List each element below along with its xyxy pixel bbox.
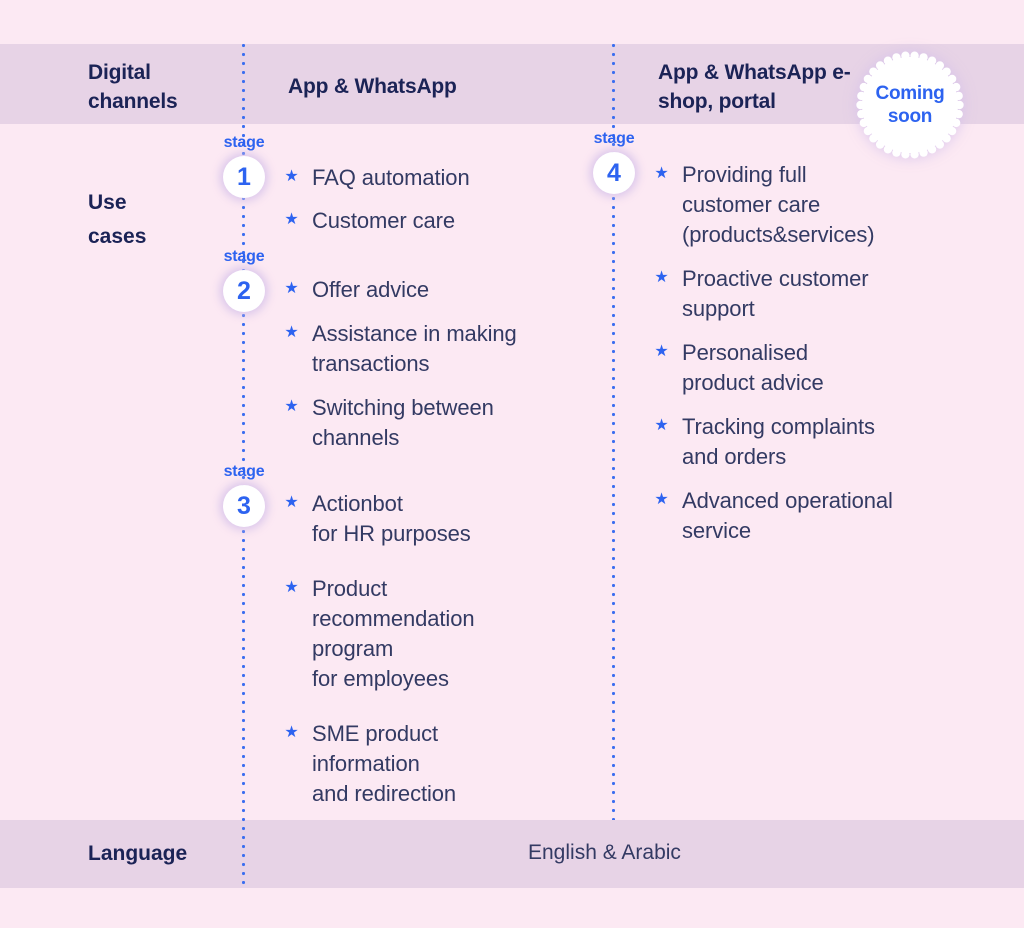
stage-caption-2: stage [223, 248, 265, 265]
stage-number-4: 4 [593, 152, 635, 194]
star-bullet-icon: ★ [284, 579, 299, 596]
use-case-list-stage-2: ★ Offer advice ★ Assistance in making trans… [284, 275, 594, 467]
star-bullet-icon: ★ [654, 417, 669, 434]
stage-caption-3: stage [223, 463, 265, 480]
use-case-label: Personalised product advice [682, 340, 824, 395]
use-case-label: Advanced operational service [682, 488, 893, 543]
stage-number-2: 2 [223, 270, 265, 312]
use-case-item: ★ SME product information and redirection [284, 719, 594, 809]
star-bullet-icon: ★ [654, 343, 669, 360]
use-case-item: ★ Customer care [284, 206, 594, 236]
use-case-label: Product recommendation program for emplo… [312, 576, 475, 691]
use-case-item: ★ Switching between channels [284, 393, 594, 453]
use-case-item: ★ Actionbot for HR purposes [284, 489, 594, 549]
use-case-item: ★ FAQ automation [284, 163, 594, 193]
use-case-label: Actionbot for HR purposes [312, 491, 471, 546]
use-case-list-stage-4: ★ Providing full customer care (products&… [654, 160, 984, 560]
use-case-label: Switching between channels [312, 395, 494, 450]
use-case-item: ★ Tracking complaints and orders [654, 412, 984, 472]
star-bullet-icon: ★ [654, 491, 669, 508]
use-case-item: ★ Assistance in making transactions [284, 319, 594, 379]
stage-caption-1: stage [223, 134, 265, 151]
star-bullet-icon: ★ [654, 269, 669, 286]
stage-marker-1: stage 1 [209, 134, 279, 198]
language-value: English & Arabic [528, 841, 681, 864]
use-case-label: FAQ automation [312, 165, 470, 190]
stage-marker-2: stage 2 [209, 248, 279, 312]
star-bullet-icon: ★ [284, 724, 299, 741]
star-bullet-icon: ★ [284, 168, 299, 185]
row-label-language: Language [88, 842, 188, 865]
use-case-list-stage-1: ★ FAQ automation ★ Customer care [284, 163, 594, 249]
header-digital-channels: Digital channels [88, 61, 178, 113]
use-case-item: ★ Advanced operational service [654, 486, 984, 546]
use-case-item: ★ Product recommendation program for empl… [284, 574, 594, 694]
use-case-item: ★ Providing full customer care (products&… [654, 160, 984, 250]
use-case-label: Proactive customer support [682, 266, 869, 321]
stage-number-1: 1 [223, 156, 265, 198]
star-bullet-icon: ★ [284, 324, 299, 341]
capability-roadmap-infographic: Digital channels App & WhatsApp App & Wh… [0, 0, 1024, 928]
stage-marker-3: stage 3 [209, 463, 279, 527]
star-bullet-icon: ★ [284, 211, 299, 228]
star-bullet-icon: ★ [654, 165, 669, 182]
star-bullet-icon: ★ [284, 398, 299, 415]
star-bullet-icon: ★ [284, 280, 299, 297]
use-case-label: Offer advice [312, 277, 430, 302]
use-case-list-stage-3: ★ Actionbot for HR purposes ★ Product recom… [284, 489, 594, 834]
header-app-whatsapp-eshop: App & WhatsApp e-shop, portal [658, 61, 851, 113]
row-label-use-cases: Use cases [88, 191, 147, 248]
coming-soon-label: Coming soon [875, 83, 945, 127]
stage-caption-4: stage [593, 130, 635, 147]
star-bullet-icon: ★ [284, 494, 299, 511]
use-case-label: Tracking complaints and orders [682, 414, 875, 469]
use-case-item: ★ Personalised product advice [654, 338, 984, 398]
use-case-label: Customer care [312, 208, 455, 233]
coming-soon-badge: Coming soon [855, 50, 965, 160]
use-case-label: SME product information and redirection [312, 721, 457, 806]
use-case-item: ★ Offer advice [284, 275, 594, 305]
header-app-whatsapp: App & WhatsApp [288, 75, 457, 98]
use-case-label: Assistance in making transactions [312, 321, 517, 376]
use-case-label: Providing full customer care (products&s… [682, 162, 875, 247]
stage-number-3: 3 [223, 485, 265, 527]
use-case-item: ★ Proactive customer support [654, 264, 984, 324]
